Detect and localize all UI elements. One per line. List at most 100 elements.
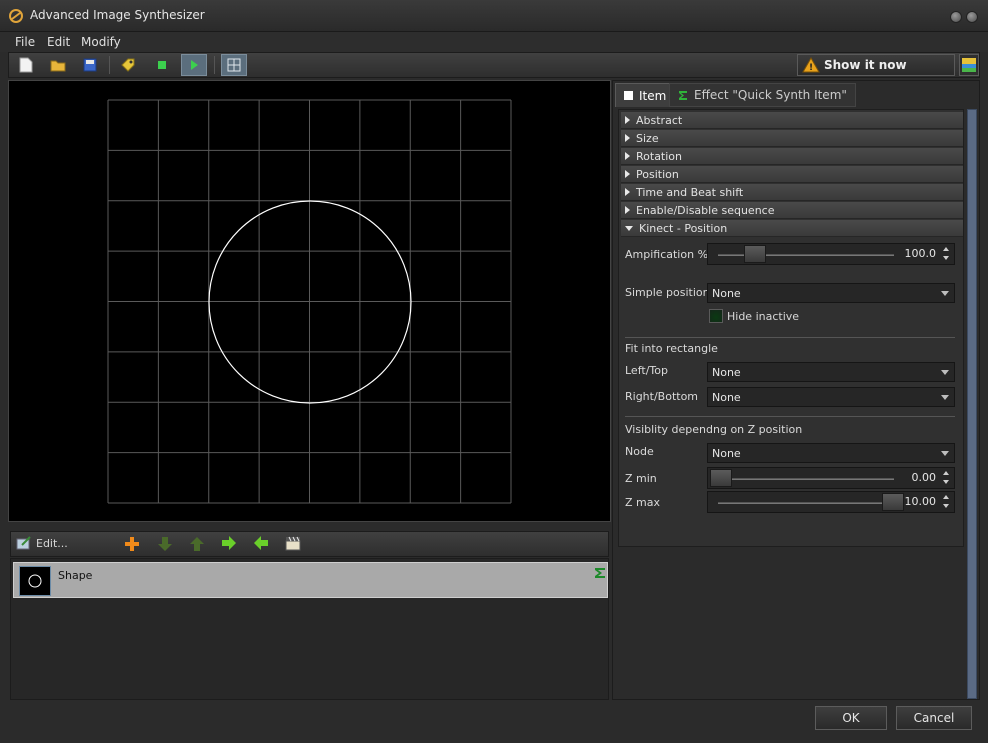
zmax-label: Z max (625, 496, 660, 509)
add-icon[interactable] (123, 535, 141, 556)
close-button[interactable] (966, 11, 978, 23)
minimize-button[interactable] (950, 11, 962, 23)
warning-icon: ! (802, 57, 820, 73)
sequence-toolbar: Edit... (10, 531, 609, 557)
clapper-icon[interactable] (285, 535, 301, 554)
save-icon[interactable] (77, 54, 103, 76)
expand-arrow-icon (625, 134, 630, 142)
vertical-scrollbar[interactable] (967, 109, 977, 699)
menu-edit[interactable]: Edit (42, 33, 75, 51)
list-item[interactable]: Shape (13, 562, 608, 598)
node-label: Node (625, 445, 654, 458)
hide-inactive-label: Hide inactive (727, 309, 800, 323)
amplification-label: Ampification % (625, 248, 709, 261)
edit-icon (16, 536, 31, 550)
open-folder-icon[interactable] (45, 54, 71, 76)
stop-icon[interactable] (149, 54, 175, 76)
zmin-value: 0.00 (911, 471, 937, 484)
spin-buttons[interactable] (940, 469, 953, 487)
slider-thumb[interactable] (710, 469, 732, 487)
zmin-slider[interactable]: 0.00 (707, 467, 955, 489)
edit-button[interactable]: Edit... (16, 535, 68, 551)
sigma-icon (594, 567, 606, 582)
slider-thumb[interactable] (744, 245, 767, 263)
amplification-value: 100.0 (904, 247, 937, 260)
left-top-label: Left/Top (625, 364, 668, 377)
slider-thumb[interactable] (882, 493, 904, 511)
simple-position-label: Simple position (625, 286, 710, 299)
spin-buttons[interactable] (940, 245, 953, 263)
tag-icon[interactable] (115, 54, 141, 76)
toolbar-separator (214, 56, 215, 74)
fit-rectangle-label: Fit into rectangle (625, 342, 718, 355)
section-position[interactable]: Position (621, 166, 963, 183)
section-abstract[interactable]: Abstract (621, 112, 963, 129)
tab-effect-label: Effect "Quick Synth Item" (694, 88, 847, 102)
properties-panel: Item Effect "Quick Synth Item" Abstract … (612, 80, 980, 700)
move-right-icon[interactable] (220, 535, 238, 554)
move-up-icon[interactable] (189, 535, 205, 556)
tab-effect[interactable]: Effect "Quick Synth Item" (669, 83, 856, 107)
sequence-list: Shape (10, 558, 609, 700)
grid-preview (107, 99, 512, 504)
right-bottom-label: Right/Bottom (625, 390, 699, 403)
show-it-now-label: Show it now (824, 58, 907, 72)
left-top-select[interactable]: None (707, 362, 955, 382)
edit-label: Edit... (36, 536, 68, 550)
chevron-down-icon (941, 291, 949, 296)
expand-arrow-icon (625, 170, 630, 178)
property-list: Abstract Size Rotation Position Time and… (618, 109, 964, 547)
show-it-now-button[interactable]: ! Show it now (797, 54, 955, 76)
divider (625, 416, 955, 417)
new-file-icon[interactable] (13, 54, 39, 76)
play-icon[interactable] (181, 54, 207, 76)
chevron-down-icon (941, 370, 949, 375)
toolbar-separator (109, 56, 110, 74)
tab-item[interactable]: Item (615, 83, 676, 107)
section-enable-disable[interactable]: Enable/Disable sequence (621, 202, 963, 219)
visibility-label: Visiblity dependng on Z position (625, 423, 803, 436)
node-select[interactable]: None (707, 443, 955, 463)
spin-buttons[interactable] (940, 493, 953, 511)
tab-item-label: Item (639, 88, 667, 103)
expand-arrow-icon (625, 188, 630, 196)
expand-arrow-icon (625, 206, 630, 214)
collapse-arrow-icon (625, 225, 633, 231)
move-down-icon[interactable] (157, 535, 173, 556)
ok-button[interactable]: OK (815, 706, 887, 730)
hide-inactive-checkbox[interactable]: Hide inactive (709, 309, 799, 323)
window-title: Advanced Image Synthesizer (30, 8, 205, 22)
expand-arrow-icon (625, 116, 630, 124)
menu-modify[interactable]: Modify (76, 33, 126, 51)
shape-thumbnail (19, 566, 51, 596)
title-bar: Advanced Image Synthesizer (0, 0, 988, 32)
move-left-icon[interactable] (252, 535, 270, 554)
sigma-icon (679, 90, 687, 100)
menu-bar: File Edit Modify (0, 32, 988, 52)
section-time-beat[interactable]: Time and Beat shift (621, 184, 963, 201)
chevron-down-icon (941, 451, 949, 456)
grid-icon[interactable] (221, 54, 247, 76)
zmin-label: Z min (625, 472, 657, 485)
zmax-slider[interactable]: 10.00 (707, 491, 955, 513)
menu-file[interactable]: File (10, 33, 40, 51)
white-square-icon (624, 91, 633, 100)
chevron-down-icon (941, 395, 949, 400)
checkbox-icon (709, 309, 723, 323)
zmax-value: 10.00 (904, 495, 937, 508)
right-bottom-select[interactable]: None (707, 387, 955, 407)
layout-icon[interactable] (959, 54, 979, 76)
section-size[interactable]: Size (621, 130, 963, 147)
section-rotation[interactable]: Rotation (621, 148, 963, 165)
amplification-slider[interactable]: 100.0 (707, 243, 955, 265)
main-toolbar: ! Show it now (8, 52, 980, 78)
section-kinect-position[interactable]: Kinect - Position (621, 220, 963, 237)
divider (625, 337, 955, 338)
app-logo-icon (8, 8, 24, 24)
svg-text:!: ! (809, 63, 813, 73)
item-label: Shape (58, 569, 93, 582)
expand-arrow-icon (625, 152, 630, 160)
preview-canvas[interactable] (8, 80, 611, 522)
cancel-button[interactable]: Cancel (896, 706, 972, 730)
simple-position-select[interactable]: None (707, 283, 955, 303)
